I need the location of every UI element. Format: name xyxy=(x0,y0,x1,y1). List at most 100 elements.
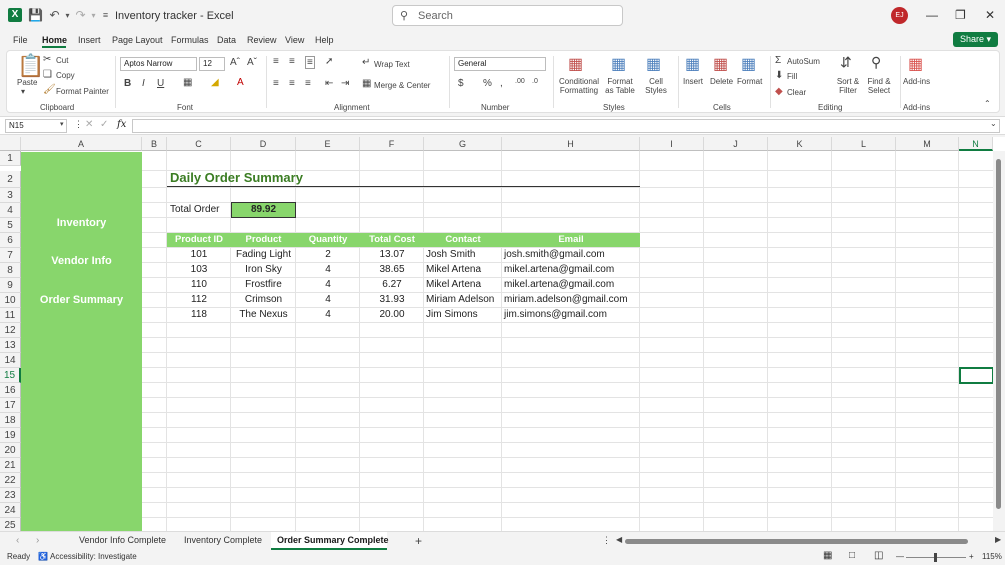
sort-filter-icon[interactable]: ⇵ xyxy=(840,54,852,71)
zoom-slider-handle[interactable] xyxy=(934,553,937,562)
column-header[interactable]: H xyxy=(502,137,640,151)
row-header[interactable]: 21 xyxy=(0,458,21,473)
align-top-icon[interactable]: ≡ xyxy=(273,56,279,67)
bold-icon[interactable]: B xyxy=(124,78,131,89)
insert-cells-icon[interactable]: ▦ xyxy=(685,54,700,74)
align-middle-icon[interactable]: ≡ xyxy=(289,56,295,67)
restore-icon[interactable]: ❐ xyxy=(955,8,966,22)
column-header[interactable]: K xyxy=(768,137,832,151)
search-box[interactable]: ⚲ Search xyxy=(392,5,623,26)
decrease-font-icon[interactable]: Aˇ xyxy=(247,57,257,68)
find-select-icon[interactable]: ⚲ xyxy=(871,54,881,71)
table-header-cell[interactable]: Product ID xyxy=(167,234,231,245)
close-icon[interactable]: ✕ xyxy=(985,8,995,22)
merge-center-icon[interactable]: ▦ xyxy=(362,78,371,89)
column-header[interactable]: M xyxy=(896,137,959,151)
cell-quantity[interactable]: 4 xyxy=(296,294,360,305)
table-header-cell[interactable]: Product xyxy=(231,234,296,245)
nav-link-order-summary[interactable]: Order Summary xyxy=(21,294,142,306)
menu-formulas[interactable]: Formulas xyxy=(171,35,209,45)
align-center-icon[interactable]: ≡ xyxy=(289,78,295,89)
row-header[interactable]: 10 xyxy=(0,293,21,308)
cut-icon[interactable]: ✂ xyxy=(43,54,51,65)
scroll-tabs-right-icon[interactable]: › xyxy=(36,535,39,546)
conditional-formatting-icon[interactable]: ▦ xyxy=(568,54,583,74)
format-as-table-icon[interactable]: ▦ xyxy=(611,54,626,74)
page-break-view-icon[interactable]: ◫ xyxy=(874,550,883,561)
cell-styles-button[interactable]: Cell Styles xyxy=(645,77,667,95)
tab-inventory-complete[interactable]: Inventory Complete xyxy=(184,535,262,545)
cell-product-id[interactable]: 103 xyxy=(167,264,231,275)
menu-view[interactable]: View xyxy=(285,35,304,45)
increase-font-icon[interactable]: Aˆ xyxy=(230,57,240,68)
font-name-select[interactable]: Aptos Narrow xyxy=(120,57,197,71)
minimize-icon[interactable]: — xyxy=(926,8,938,22)
menu-home[interactable]: Home xyxy=(42,35,67,45)
row-header[interactable]: 12 xyxy=(0,323,21,338)
column-header[interactable]: E xyxy=(296,137,360,151)
row-header[interactable]: 4 xyxy=(0,203,21,218)
tab-order-summary-complete[interactable]: Order Summary Complete xyxy=(277,535,389,545)
cell-product[interactable]: Crimson xyxy=(231,294,296,305)
row-header[interactable]: 11 xyxy=(0,308,21,323)
cell-product-id[interactable]: 112 xyxy=(167,294,231,305)
column-header[interactable]: F xyxy=(360,137,424,151)
table-header-cell[interactable]: Quantity xyxy=(296,234,360,245)
tab-vendor-info-complete[interactable]: Vendor Info Complete xyxy=(79,535,166,545)
cell-total-cost[interactable]: 6.27 xyxy=(360,279,424,290)
copy-icon[interactable]: ❏ xyxy=(43,69,52,80)
cell-quantity[interactable]: 4 xyxy=(296,264,360,275)
cell-email[interactable]: jim.simons@gmail.com xyxy=(504,309,607,320)
align-bottom-icon[interactable]: ≡ xyxy=(305,56,315,69)
menu-page-layout[interactable]: Page Layout xyxy=(112,35,163,45)
paste-icon[interactable]: 📋 xyxy=(17,53,44,79)
cell-product-id[interactable]: 101 xyxy=(167,249,231,260)
table-header-cell[interactable]: Contact xyxy=(424,234,502,245)
cell-quantity[interactable]: 2 xyxy=(296,249,360,260)
decrease-indent-icon[interactable]: ⇤ xyxy=(325,78,333,89)
menu-insert[interactable]: Insert xyxy=(78,35,101,45)
row-header[interactable]: 14 xyxy=(0,353,21,368)
name-box-dropdown-icon[interactable]: ▾ xyxy=(60,120,64,128)
row-header-selected[interactable]: 15 xyxy=(0,368,21,383)
row-header[interactable]: 25 xyxy=(0,518,21,531)
font-size-select[interactable]: 12 xyxy=(199,57,225,71)
find-select-button[interactable]: Find & Select xyxy=(863,77,895,95)
cell-contact[interactable]: Miriam Adelson xyxy=(426,294,494,305)
row-header[interactable]: 1 xyxy=(0,151,21,166)
number-format-select[interactable]: General xyxy=(454,57,546,71)
clear-icon[interactable]: ◆ xyxy=(775,86,783,97)
delete-cells-button[interactable]: Delete xyxy=(710,77,733,86)
cell-product[interactable]: Iron Sky xyxy=(231,264,296,275)
name-box[interactable]: N15 xyxy=(5,119,67,133)
scroll-left-icon[interactable]: ◀ xyxy=(616,535,622,544)
format-painter-button[interactable]: Format Painter xyxy=(56,87,109,96)
add-ins-button[interactable]: Add-ins xyxy=(903,77,930,86)
horizontal-scrollbar-thumb[interactable] xyxy=(625,539,968,544)
wrap-text-icon[interactable]: ↵ xyxy=(362,57,370,68)
row-header[interactable]: 16 xyxy=(0,383,21,398)
orientation-icon[interactable]: ➚ xyxy=(325,56,333,67)
row-header[interactable]: 13 xyxy=(0,338,21,353)
expand-formula-icon[interactable]: ⌄ xyxy=(990,119,997,128)
nav-link-vendor-info[interactable]: Vendor Info xyxy=(21,255,142,267)
clear-button[interactable]: Clear xyxy=(787,88,806,97)
align-right-icon[interactable]: ≡ xyxy=(305,78,311,89)
row-header[interactable]: 5 xyxy=(0,218,21,233)
row-header[interactable]: 2 xyxy=(0,171,21,188)
cell-email[interactable]: mikel.artena@gmail.com xyxy=(504,264,614,275)
paste-button[interactable]: Paste xyxy=(17,78,37,87)
row-header[interactable]: 7 xyxy=(0,248,21,263)
comma-style-icon[interactable]: , xyxy=(500,78,503,89)
italic-icon[interactable]: I xyxy=(142,78,145,89)
format-cells-button[interactable]: Format xyxy=(737,77,762,86)
row-header[interactable]: 24 xyxy=(0,503,21,518)
merge-center-button[interactable]: Merge & Center xyxy=(374,81,430,90)
menu-help[interactable]: Help xyxy=(315,35,334,45)
cell-product-id[interactable]: 118 xyxy=(167,309,231,320)
row-header[interactable]: 9 xyxy=(0,278,21,293)
avatar[interactable]: EJ xyxy=(891,7,908,24)
page-layout-view-icon[interactable]: □ xyxy=(849,550,855,561)
more-options-icon[interactable]: ⋮ xyxy=(602,535,611,546)
save-icon[interactable]: 💾 xyxy=(28,8,43,23)
